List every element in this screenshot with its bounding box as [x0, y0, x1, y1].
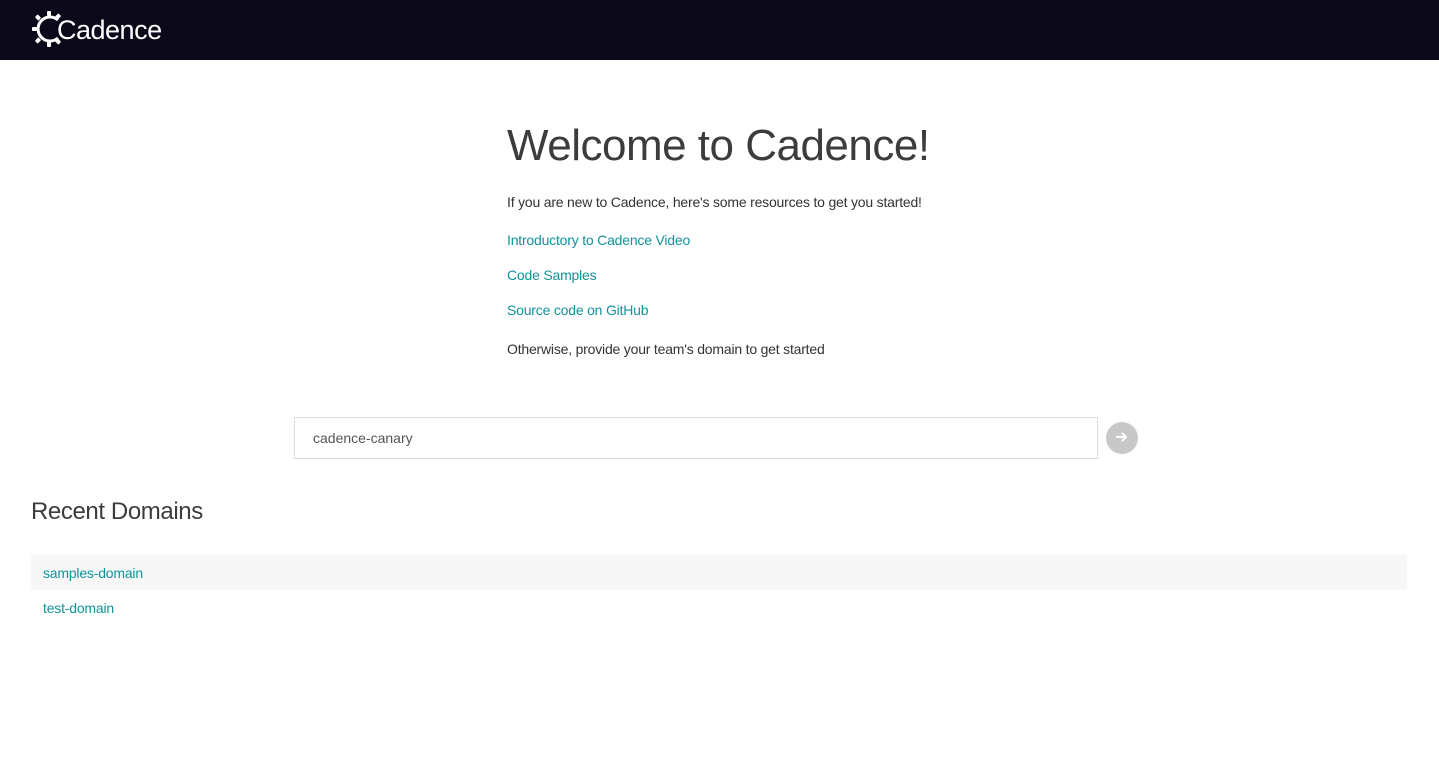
page-title: Welcome to Cadence! — [507, 121, 930, 170]
gear-icon — [31, 8, 67, 50]
top-navbar: Cadence — [0, 0, 1439, 60]
go-button[interactable] — [1106, 422, 1138, 454]
domain-prompt-text: Otherwise, provide your team's domain to… — [507, 341, 825, 357]
recent-domains-list: samples-domain test-domain — [31, 555, 1407, 625]
code-samples-link[interactable]: Code Samples — [507, 267, 597, 283]
recent-domains-title: Recent Domains — [31, 498, 203, 525]
github-source-link[interactable]: Source code on GitHub — [507, 302, 649, 318]
intro-text: If you are new to Cadence, here's some r… — [507, 194, 922, 210]
welcome-section: Welcome to Cadence! If you are new to Ca… — [507, 118, 1147, 357]
list-item: samples-domain — [31, 555, 1407, 590]
cadence-logo[interactable]: Cadence — [31, 8, 162, 50]
intro-video-link[interactable]: Introductory to Cadence Video — [507, 232, 690, 248]
arrow-right-icon — [1116, 431, 1128, 446]
logo-text: Cadence — [57, 14, 162, 45]
domain-search-input[interactable] — [294, 417, 1098, 459]
recent-domain-link[interactable]: samples-domain — [43, 565, 143, 581]
recent-domain-link[interactable]: test-domain — [43, 600, 114, 616]
list-item: test-domain — [31, 590, 1407, 625]
